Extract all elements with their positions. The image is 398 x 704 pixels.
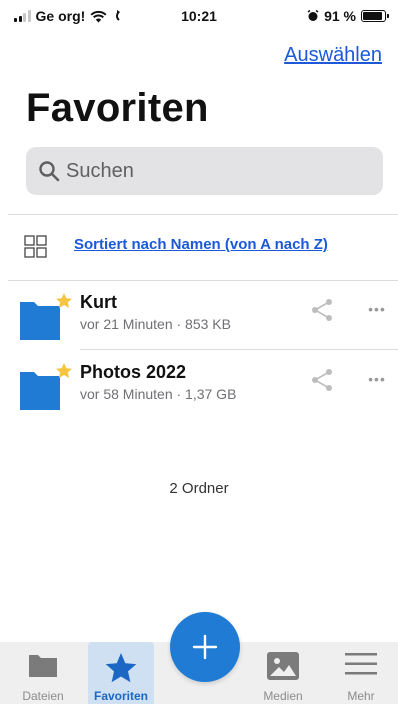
- item-divider: [80, 349, 398, 350]
- tab-files[interactable]: Dateien: [10, 642, 76, 704]
- image-icon: [267, 652, 299, 680]
- tab-label: Favoriten: [93, 689, 148, 703]
- battery-percent: 91 %: [324, 8, 356, 24]
- folder-count: 2 Ordner: [169, 480, 229, 497]
- folder-icon: [20, 363, 72, 410]
- page-title: Favoriten: [26, 86, 209, 130]
- tab-favorites[interactable]: Favoriten: [88, 642, 154, 704]
- menu-icon: [345, 653, 377, 675]
- add-button[interactable]: [170, 612, 240, 682]
- header-divider: [8, 214, 398, 215]
- folder-icon: [29, 655, 57, 677]
- list-item[interactable]: Kurt vor 21 Minuten · 853 KB •••: [0, 282, 398, 350]
- status-bar: Ge org! 10:21 91 %: [0, 0, 398, 34]
- search-bar[interactable]: [26, 147, 383, 195]
- item-meta: vor 58 Minuten · 1,37 GB: [80, 386, 237, 402]
- alarm-clock-icon: [307, 10, 319, 21]
- tab-label: Mehr: [347, 689, 375, 703]
- search-input[interactable]: [66, 159, 366, 183]
- list-item[interactable]: Photos 2022 vor 58 Minuten · 1,37 GB •••: [0, 352, 398, 420]
- more-options-icon[interactable]: •••: [366, 300, 388, 318]
- battery-icon: [361, 10, 389, 22]
- share-icon[interactable]: [310, 368, 334, 392]
- tab-media[interactable]: Medien: [250, 642, 316, 704]
- item-name: Kurt: [80, 292, 117, 312]
- more-options-icon[interactable]: •••: [366, 370, 388, 388]
- star-icon: [105, 653, 137, 683]
- tab-label: Dateien: [22, 689, 64, 703]
- item-meta: vor 21 Minuten · 853 KB: [80, 316, 231, 332]
- plus-icon: [192, 634, 218, 660]
- sort-order-link[interactable]: Sortiert nach Namen (von A nach Z): [74, 236, 328, 253]
- item-name: Photos 2022: [80, 362, 187, 382]
- grid-view-icon[interactable]: [24, 235, 48, 259]
- sort-divider: [8, 280, 398, 281]
- tab-more[interactable]: Mehr: [328, 642, 394, 704]
- battery-level: [363, 12, 383, 20]
- folder-icon: [20, 293, 72, 340]
- select-button[interactable]: Auswählen: [284, 44, 382, 67]
- search-icon: [39, 161, 60, 182]
- tab-label: Medien: [263, 689, 303, 703]
- share-icon[interactable]: [310, 298, 334, 322]
- status-right: 91 %: [307, 8, 389, 24]
